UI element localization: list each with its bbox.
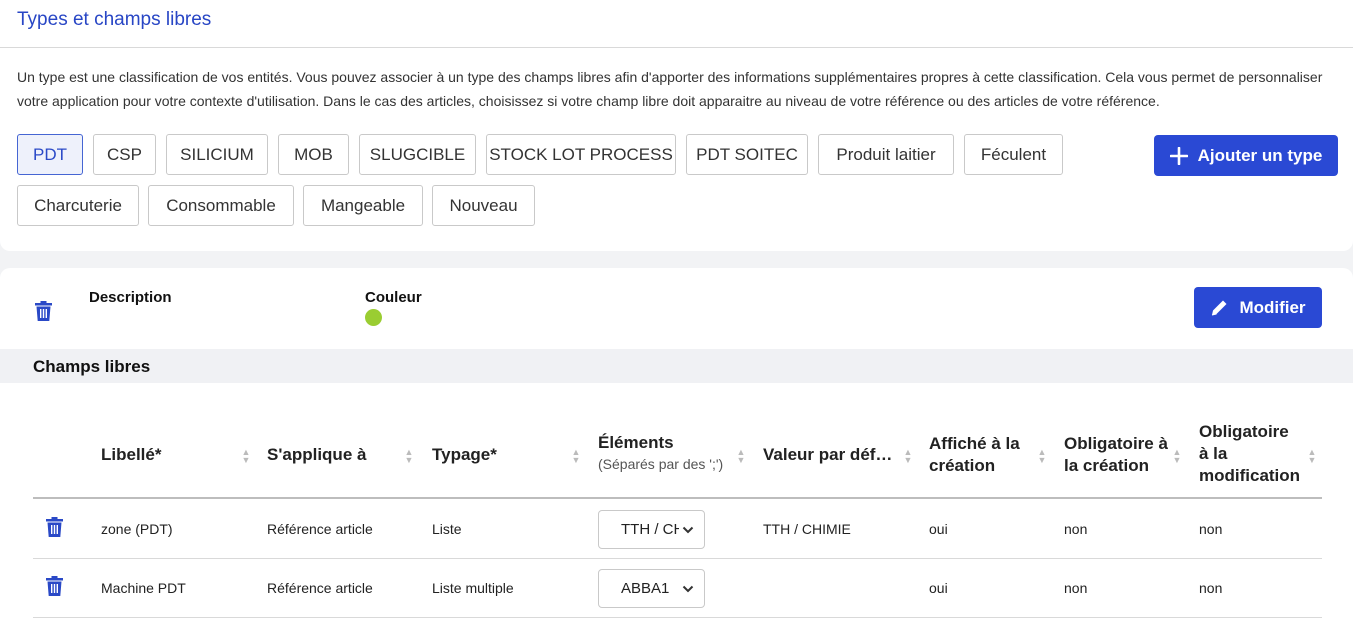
sort-icon[interactable]: ▲ ▼ — [404, 448, 414, 465]
elements-select-value: ABBA1 — [621, 580, 670, 597]
section-title: Champs libres — [33, 357, 151, 376]
row-divider — [33, 558, 1322, 559]
sort-icon[interactable]: ▲ ▼ — [571, 448, 581, 465]
description-label: Description — [89, 289, 172, 306]
column-header-oblig-creation[interactable]: Obligatoire à la création — [1064, 433, 1174, 477]
sort-icon[interactable]: ▲ ▼ — [1037, 448, 1047, 465]
column-header-elements-label: Éléments — [598, 433, 674, 452]
sort-icon[interactable]: ▲ ▼ — [736, 448, 746, 465]
pencil-icon — [1212, 300, 1227, 316]
column-header-valeur-defaut[interactable]: Valeur par déf… — [763, 444, 903, 466]
add-type-label: Ajouter un type — [1197, 145, 1323, 165]
type-chip-pdt[interactable]: PDT — [17, 134, 83, 175]
chevron-down-icon — [682, 585, 694, 593]
type-chip-feculent[interactable]: Féculent — [964, 134, 1063, 175]
type-chip-mangeable[interactable]: Mangeable — [303, 185, 423, 226]
column-header-typage[interactable]: Typage* — [432, 444, 497, 466]
add-type-button[interactable]: Ajouter un type — [1154, 135, 1338, 176]
elements-select[interactable]: TTH / CHIMIE — [598, 510, 705, 549]
cell-oblig-creation: non — [1064, 580, 1088, 596]
type-chip-charcuterie[interactable]: Charcuterie — [17, 185, 139, 226]
type-chip-produit-laitier[interactable]: Produit laitier — [818, 134, 954, 175]
type-chip-nouveau[interactable]: Nouveau — [432, 185, 535, 226]
type-chip-silicium[interactable]: SILICIUM — [166, 134, 268, 175]
type-chip-csp[interactable]: CSP — [93, 134, 156, 175]
column-header-libelle[interactable]: Libellé* — [101, 444, 161, 466]
modifier-label: Modifier — [1239, 297, 1306, 317]
type-chip-slugcible[interactable]: SLUGCIBLE — [359, 134, 476, 175]
trash-icon[interactable] — [35, 301, 52, 321]
elements-select[interactable]: ABBA1 — [598, 569, 705, 608]
cell-affiche: oui — [929, 521, 948, 537]
row-divider — [33, 617, 1322, 618]
column-header-elements[interactable]: Éléments (Séparés par des ';') — [598, 432, 723, 474]
elements-select-value: TTH / CHIMIE — [621, 521, 679, 538]
header-divider — [33, 497, 1322, 499]
sort-icon[interactable]: ▲ ▼ — [1307, 448, 1317, 465]
chevron-down-icon — [682, 526, 694, 534]
types-card: Types et champs libres Un type est une c… — [0, 0, 1353, 251]
column-header-applique[interactable]: S'applique à — [267, 444, 366, 466]
cell-typage: Liste — [432, 521, 462, 537]
trash-icon[interactable] — [46, 517, 63, 537]
sort-icon[interactable]: ▲ ▼ — [903, 448, 913, 465]
plus-icon — [1169, 146, 1188, 165]
cell-libelle: zone (PDT) — [101, 521, 173, 537]
type-detail-card: Description Couleur Modifier Champs libr… — [0, 268, 1353, 623]
cell-oblig-modif: non — [1199, 521, 1223, 537]
cell-applique: Référence article — [267, 580, 373, 596]
column-header-oblig-modif[interactable]: Obligatoire à la modification — [1199, 421, 1300, 487]
page-description: Un type est une classification de vos en… — [17, 69, 1323, 109]
cell-oblig-modif: non — [1199, 580, 1223, 596]
page-title: Types et champs libres — [17, 9, 212, 30]
type-chip-stock-lot-process[interactable]: STOCK LOT PROCESS — [486, 134, 676, 175]
cell-libelle: Machine PDT — [101, 580, 186, 596]
champs-libres-header: Champs libres — [0, 349, 1353, 383]
cell-defaut: TTH / CHIMIE — [763, 521, 851, 537]
trash-icon[interactable] — [46, 576, 63, 596]
cell-oblig-creation: non — [1064, 521, 1088, 537]
color-swatch — [365, 309, 382, 326]
sort-icon[interactable]: ▲ ▼ — [1172, 448, 1182, 465]
modifier-button[interactable]: Modifier — [1194, 287, 1322, 328]
sort-icon[interactable]: ▲ ▼ — [241, 448, 251, 465]
divider — [0, 47, 1353, 48]
couleur-label: Couleur — [365, 289, 422, 306]
type-chip-pdt-soitec[interactable]: PDT SOITEC — [686, 134, 808, 175]
type-chip-mob[interactable]: MOB — [278, 134, 349, 175]
column-header-affiche-creation[interactable]: Affiché à la création — [929, 433, 1029, 477]
type-chip-consommable[interactable]: Consommable — [148, 185, 294, 226]
cell-typage: Liste multiple — [432, 580, 514, 596]
cell-affiche: oui — [929, 580, 948, 596]
column-header-elements-sub: (Séparés par des ';') — [598, 456, 724, 472]
cell-applique: Référence article — [267, 521, 373, 537]
